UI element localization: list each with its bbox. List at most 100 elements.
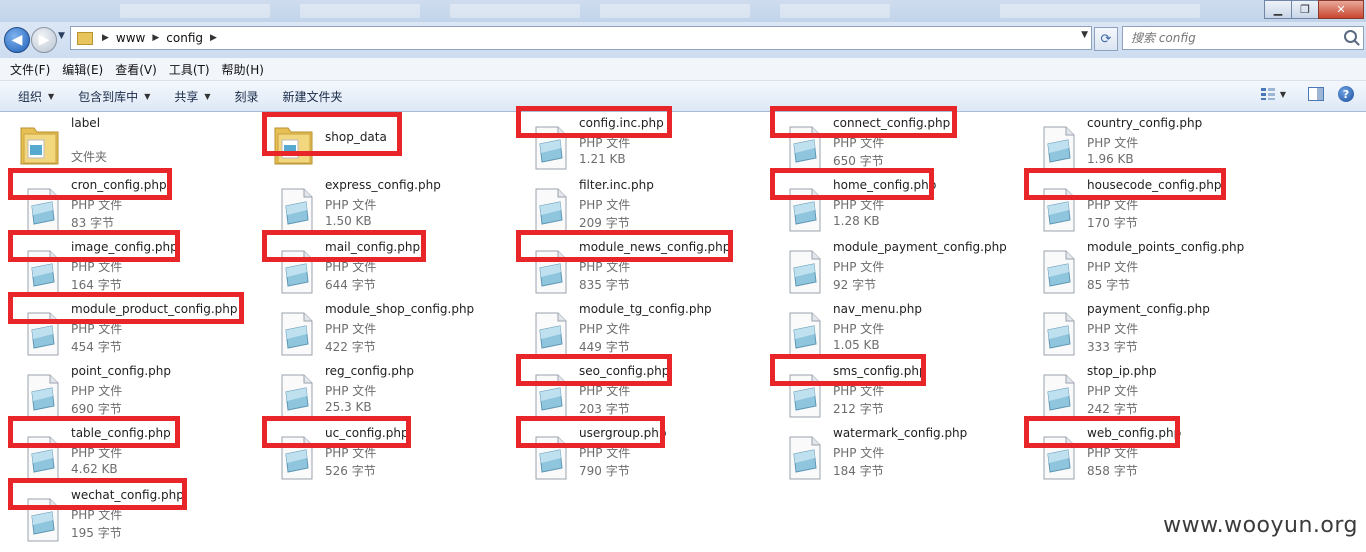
chevron-down-icon: ▼ xyxy=(144,91,151,101)
file-item[interactable]: cron_config.php PHP 文件 83 字节 xyxy=(0,168,254,236)
file-item[interactable]: filter.inc.php PHP 文件 209 字节 xyxy=(508,174,762,236)
file-size: 203 字节 xyxy=(579,402,630,416)
file-item[interactable]: mail_config.php PHP 文件 644 字节 xyxy=(254,230,508,298)
highlight-box xyxy=(262,416,411,448)
highlight-box xyxy=(516,230,734,262)
maximize-button[interactable]: ❐ xyxy=(1291,0,1319,19)
menu-view[interactable]: 查看(V) xyxy=(115,61,157,78)
file-item[interactable]: module_news_config.php PHP 文件 835 字节 xyxy=(508,230,762,298)
file-item[interactable]: country_config.php PHP 文件 1.96 KB xyxy=(1016,112,1270,174)
taskbar-tab-faint xyxy=(600,4,750,18)
file-size: 212 字节 xyxy=(833,402,884,416)
file-item[interactable]: seo_config.php PHP 文件 203 字节 xyxy=(508,354,762,422)
back-button[interactable]: ◀ xyxy=(4,27,30,53)
file-item[interactable]: uc_config.php PHP 文件 526 字节 xyxy=(254,416,508,484)
address-bar[interactable]: ▶ www ▶ config ▶ ▼ xyxy=(70,26,1092,50)
php-file-icon xyxy=(280,188,314,232)
file-size: 195 字节 xyxy=(71,526,122,540)
file-size: 1.50 KB xyxy=(325,214,372,228)
file-item[interactable]: housecode_config.php PHP 文件 170 字节 xyxy=(1016,168,1270,236)
address-row: ◀ ▶ ▼ ▶ www ▶ config ▶ ▼ ⟳ xyxy=(0,22,1366,58)
file-item[interactable]: module_shop_config.php PHP 文件 422 字节 xyxy=(254,298,508,360)
burn-button[interactable]: 刻录 xyxy=(235,88,259,105)
file-item[interactable]: payment_config.php PHP 文件 333 字节 xyxy=(1016,298,1270,360)
title-bar: ▁ ❐ ✕ xyxy=(0,0,1366,22)
file-item[interactable]: module_points_config.php PHP 文件 85 字节 xyxy=(1016,236,1270,298)
file-type: PHP 文件 xyxy=(71,384,123,398)
file-item[interactable]: table_config.php PHP 文件 4.62 KB xyxy=(0,416,254,484)
file-size: 92 字节 xyxy=(833,278,877,292)
file-size: 333 字节 xyxy=(1087,340,1138,354)
command-bar: 组织 ▼ 包含到库中 ▼ 共享 ▼ 刻录 新建文件夹 ▼ ? xyxy=(0,81,1366,112)
close-button[interactable]: ✕ xyxy=(1318,0,1364,19)
file-name: label xyxy=(71,116,101,130)
file-size: 858 字节 xyxy=(1087,464,1138,478)
breadcrumb-item[interactable]: www xyxy=(116,31,145,45)
file-name: module_tg_config.php xyxy=(579,302,712,316)
file-size: 184 字节 xyxy=(833,464,884,478)
file-item[interactable]: stop_ip.php PHP 文件 242 字节 xyxy=(1016,360,1270,422)
folder-item[interactable]: label 文件夹 xyxy=(0,112,254,174)
file-item[interactable]: wechat_config.php PHP 文件 195 字节 xyxy=(0,478,254,546)
include-in-library-button[interactable]: 包含到库中 ▼ xyxy=(78,88,150,105)
highlight-box xyxy=(516,354,673,386)
folder-icon xyxy=(20,120,60,166)
menu-edit[interactable]: 编辑(E) xyxy=(62,61,103,78)
include-in-library-label: 包含到库中 xyxy=(78,89,139,104)
chevron-down-icon[interactable]: ▼ xyxy=(1280,90,1286,99)
file-item[interactable]: module_payment_config.php PHP 文件 92 字节 xyxy=(762,236,1016,298)
search-box[interactable] xyxy=(1122,26,1364,50)
chevron-down-icon: ▼ xyxy=(204,91,211,101)
minimize-button[interactable]: ▁ xyxy=(1264,0,1292,19)
recent-pages-dropdown[interactable]: ▼ xyxy=(58,31,65,41)
taskbar-tab-faint xyxy=(1000,4,1200,18)
php-file-icon xyxy=(26,374,60,418)
file-item[interactable]: module_tg_config.php PHP 文件 449 字节 xyxy=(508,298,762,360)
arrow-left-icon: ◀ xyxy=(11,32,23,48)
organize-button[interactable]: 组织 ▼ xyxy=(18,88,54,105)
file-item[interactable]: config.inc.php PHP 文件 1.21 KB xyxy=(508,106,762,174)
file-size: 422 字节 xyxy=(325,340,376,354)
file-item[interactable]: reg_config.php PHP 文件 25.3 KB xyxy=(254,360,508,422)
highlight-box xyxy=(516,416,665,448)
file-item[interactable]: watermark_config.php PHP 文件 184 字节 xyxy=(762,422,1016,484)
file-size: 164 字节 xyxy=(71,278,122,292)
menu-help[interactable]: 帮助(H) xyxy=(222,61,264,78)
taskbar-tab-faint xyxy=(300,4,420,18)
new-folder-button[interactable]: 新建文件夹 xyxy=(283,88,343,105)
breadcrumb-separator-icon[interactable]: ▶ xyxy=(152,33,159,43)
file-size: 1.28 KB xyxy=(833,214,880,228)
share-button[interactable]: 共享 ▼ xyxy=(174,88,210,105)
file-item[interactable]: module_product_config.php PHP 文件 454 字节 xyxy=(0,292,254,360)
menu-tools[interactable]: 工具(T) xyxy=(169,61,210,78)
breadcrumb-separator-icon[interactable]: ▶ xyxy=(210,33,217,43)
menu-file[interactable]: 文件(F) xyxy=(10,61,50,78)
file-item[interactable]: image_config.php PHP 文件 164 字节 xyxy=(0,230,254,298)
file-item[interactable]: home_config.php PHP 文件 1.28 KB xyxy=(762,168,1016,236)
file-item[interactable]: express_config.php PHP 文件 1.50 KB xyxy=(254,174,508,236)
toolbar-right: ▼ ? xyxy=(1248,86,1354,102)
view-options-icon[interactable] xyxy=(1260,87,1276,101)
file-item[interactable]: web_config.php PHP 文件 858 字节 xyxy=(1016,416,1270,484)
file-item[interactable]: sms_config.php PHP 文件 212 字节 xyxy=(762,354,1016,422)
breadcrumb-separator-icon: ▶ xyxy=(102,33,109,43)
search-icon[interactable] xyxy=(1344,30,1357,43)
search-input[interactable] xyxy=(1129,30,1333,46)
file-item[interactable]: usergroup.php PHP 文件 790 字节 xyxy=(508,416,762,484)
file-item[interactable]: point_config.php PHP 文件 690 字节 xyxy=(0,360,254,422)
refresh-button[interactable]: ⟳ xyxy=(1094,27,1118,51)
forward-button[interactable]: ▶ xyxy=(31,27,57,53)
highlight-box xyxy=(8,292,244,324)
highlight-box xyxy=(516,106,673,138)
address-history-dropdown[interactable]: ▼ xyxy=(1081,30,1088,40)
file-size: 4.62 KB xyxy=(71,462,118,476)
file-size: 835 字节 xyxy=(579,278,630,292)
help-icon[interactable]: ? xyxy=(1338,86,1354,102)
file-item[interactable]: connect_config.php PHP 文件 650 字节 xyxy=(762,106,1016,174)
preview-pane-icon[interactable] xyxy=(1308,87,1324,101)
breadcrumb-item[interactable]: config xyxy=(166,31,203,45)
file-name: nav_menu.php xyxy=(833,302,922,316)
arrow-right-icon: ▶ xyxy=(38,32,50,48)
file-item[interactable]: nav_menu.php PHP 文件 1.05 KB xyxy=(762,298,1016,360)
folder-item[interactable]: shop_data xyxy=(254,112,508,174)
